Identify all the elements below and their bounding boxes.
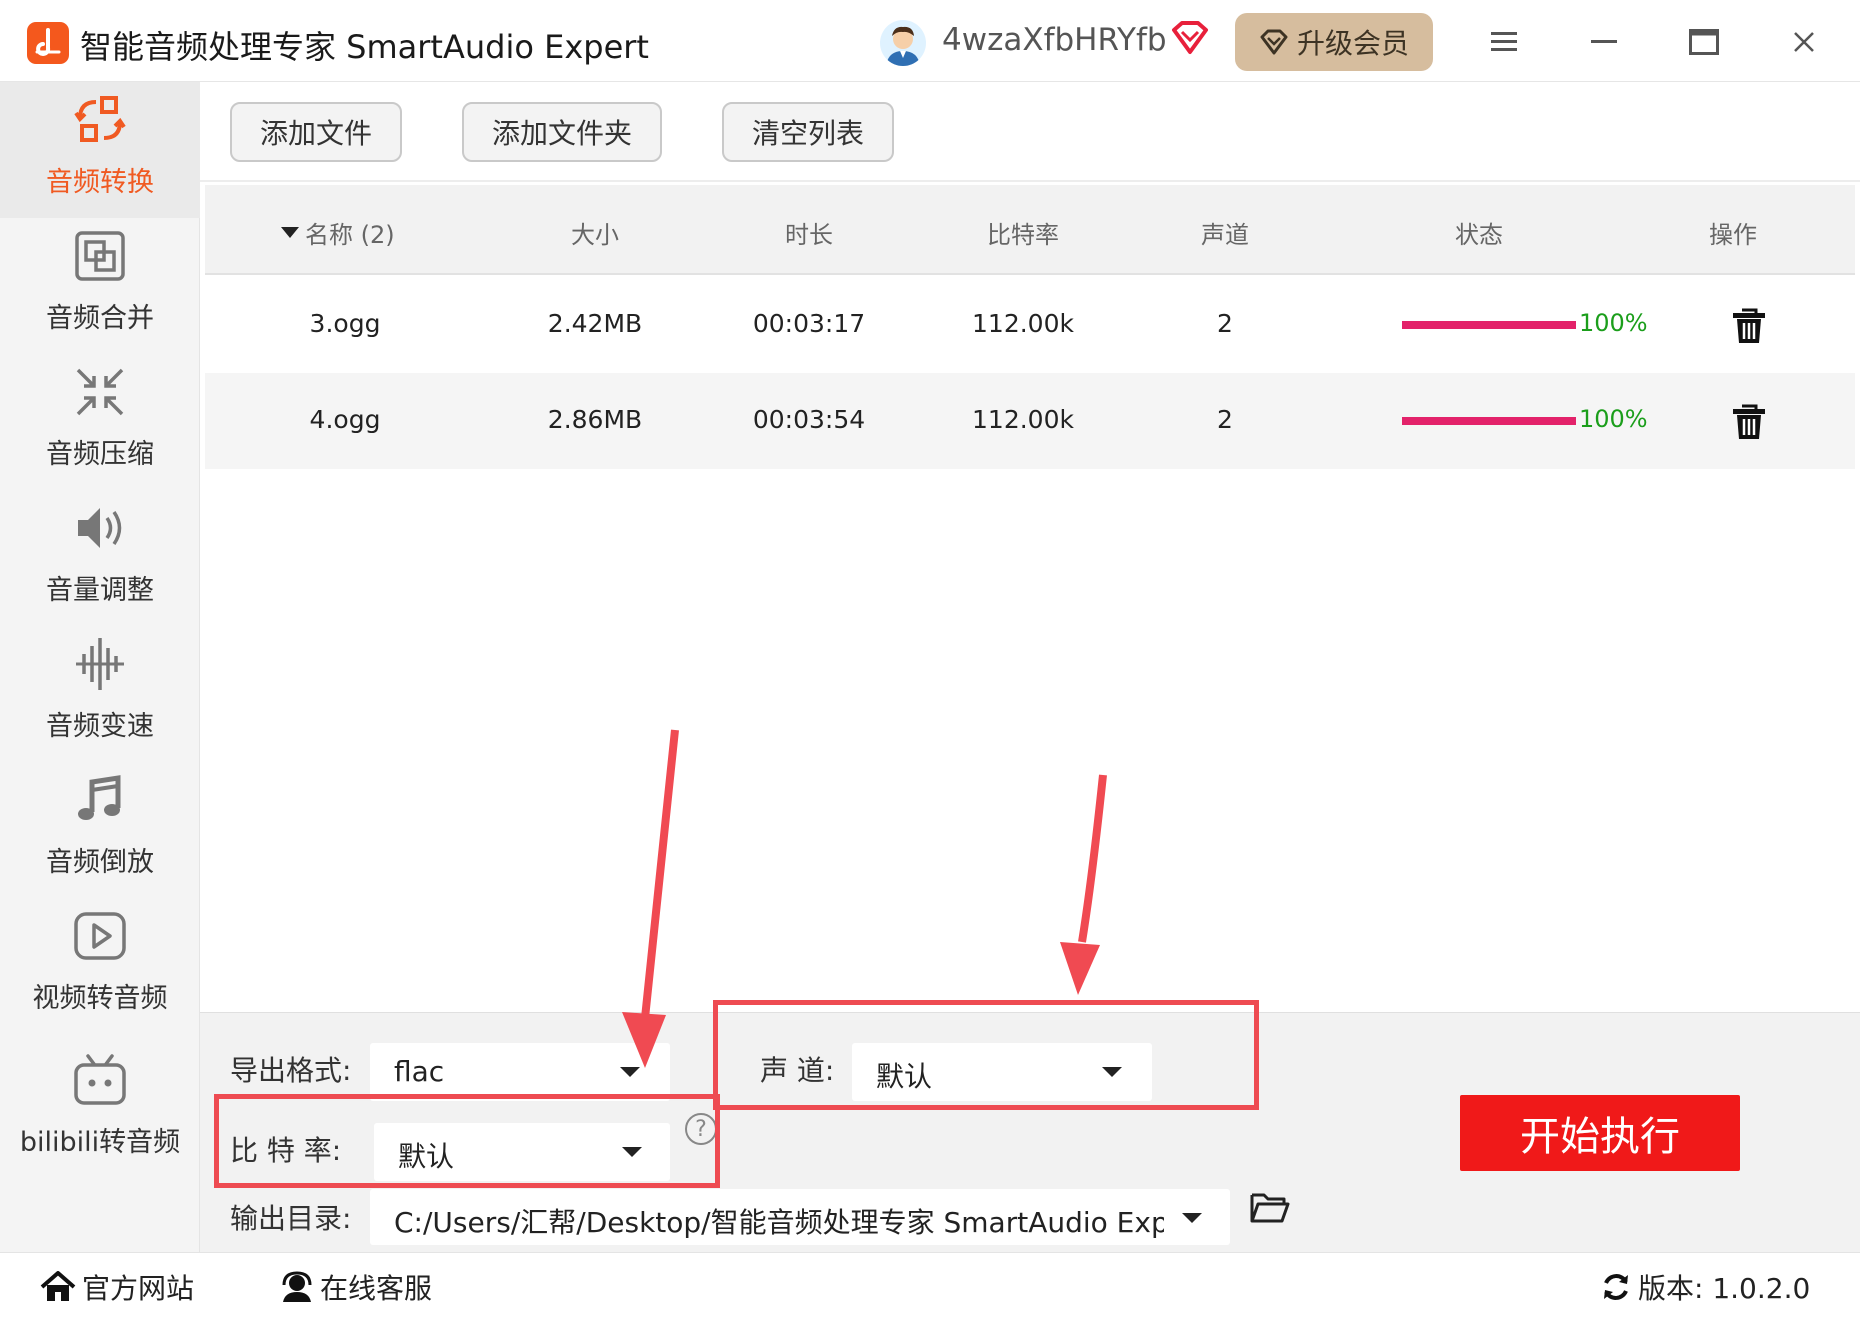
output-dir-label: 输出目录: bbox=[230, 1202, 352, 1235]
sidebar-item-label: 音频合并 bbox=[46, 303, 154, 334]
convert-icon bbox=[74, 96, 126, 142]
maximize-icon[interactable] bbox=[1680, 18, 1728, 66]
window-title: 智能音频处理专家 SmartAudio Expert bbox=[80, 28, 649, 66]
file-name: 3.ogg bbox=[309, 309, 381, 338]
column-header-channels: 声道 bbox=[1201, 221, 1249, 249]
sidebar-item-label: 音频变速 bbox=[46, 711, 154, 742]
column-header-size: 大小 bbox=[571, 221, 619, 249]
arrow-to-channel bbox=[1060, 774, 1107, 995]
add-folder-button[interactable]: 添加文件夹 bbox=[462, 102, 662, 162]
file-duration: 00:03:17 bbox=[752, 309, 866, 338]
delete-icon[interactable] bbox=[1729, 401, 1769, 441]
file-name: 4.ogg bbox=[309, 405, 381, 434]
highlight-box-bitrate bbox=[214, 1094, 720, 1188]
chevron-down-icon bbox=[1182, 1213, 1202, 1223]
file-size: 2.86MB bbox=[547, 405, 643, 434]
sidebar-item-label: 视频转音频 bbox=[32, 983, 168, 1014]
sidebar: 音频转换 音频合并 音频压缩 音量调整 音频变速 音频倒放 视频转音频 bili… bbox=[0, 82, 200, 1252]
toolbar: 添加文件 添加文件夹 清空列表 bbox=[200, 82, 1860, 182]
format-label: 导出格式: bbox=[230, 1054, 352, 1087]
sidebar-item-audio-merge[interactable]: 音频合并 bbox=[0, 218, 200, 354]
folder-open-icon[interactable] bbox=[1250, 1189, 1290, 1225]
progress-text: 100% bbox=[1579, 309, 1648, 337]
progress-text: 100% bbox=[1579, 405, 1648, 433]
clear-list-button[interactable]: 清空列表 bbox=[722, 102, 894, 162]
diamond-icon bbox=[1260, 29, 1288, 55]
output-dir-value: C:/Users/汇帮/Desktop/智能音频处理专家 SmartAudio … bbox=[394, 1206, 1164, 1239]
table-row[interactable]: 4.ogg 2.86MB 00:03:54 112.00k 2 100% bbox=[205, 373, 1855, 469]
chevron-down-icon bbox=[620, 1067, 640, 1077]
refresh-icon bbox=[1604, 1274, 1628, 1300]
file-channels: 2 bbox=[1217, 309, 1233, 338]
file-size: 2.42MB bbox=[547, 309, 643, 338]
upgrade-label: 升级会员 bbox=[1296, 27, 1409, 60]
volume-icon bbox=[78, 508, 122, 548]
compress-icon bbox=[76, 368, 124, 416]
status-bar: 官方网站 在线客服 版本: 1.0.2.0 bbox=[0, 1252, 1860, 1320]
sidebar-item-video-to-audio[interactable]: 视频转音频 bbox=[0, 898, 200, 1034]
file-bitrate: 112.00k bbox=[972, 405, 1074, 434]
version-label: 版本: 1.0.2.0 bbox=[1638, 1272, 1811, 1305]
vip-diamond-icon bbox=[1170, 20, 1210, 60]
sidebar-item-label: 音频转换 bbox=[46, 167, 154, 198]
progress-bar bbox=[1402, 321, 1576, 329]
speed-icon bbox=[76, 638, 124, 690]
sidebar-item-audio-reverse[interactable]: 音频倒放 bbox=[0, 762, 200, 898]
sidebar-item-label: 音量调整 bbox=[46, 575, 154, 606]
format-value: flac bbox=[394, 1055, 445, 1088]
column-header-bitrate: 比特率 bbox=[987, 221, 1059, 249]
table-row[interactable]: 3.ogg 2.42MB 00:03:17 112.00k 2 100% bbox=[205, 277, 1855, 373]
highlight-box-channel bbox=[713, 1000, 1259, 1110]
title-bar: 智能音频处理专家 SmartAudio Expert 4wzaXfbHRYfb … bbox=[0, 0, 1860, 82]
sidebar-item-bilibili-to-audio[interactable]: bilibili转音频 bbox=[0, 1042, 200, 1178]
sidebar-item-label: bilibili转音频 bbox=[19, 1127, 181, 1158]
minimize-icon[interactable] bbox=[1580, 18, 1628, 66]
file-duration: 00:03:54 bbox=[752, 405, 866, 434]
official-website-link[interactable]: 官方网站 bbox=[40, 1267, 194, 1307]
app-logo-icon bbox=[27, 22, 69, 64]
video-play-icon bbox=[74, 912, 126, 960]
progress-fill bbox=[1402, 321, 1576, 329]
sidebar-item-audio-convert[interactable]: 音频转换 bbox=[0, 82, 200, 218]
version-info[interactable]: 版本: 1.0.2.0 bbox=[1600, 1267, 1810, 1307]
website-label: 官方网站 bbox=[82, 1272, 195, 1305]
column-header-status: 状态 bbox=[1455, 221, 1503, 249]
column-header-action: 操作 bbox=[1709, 221, 1757, 249]
progress-bar bbox=[1402, 417, 1576, 425]
delete-icon[interactable] bbox=[1729, 305, 1769, 345]
column-header-duration: 时长 bbox=[785, 221, 833, 249]
sidebar-item-audio-speed[interactable]: 音频变速 bbox=[0, 626, 200, 762]
upgrade-vip-button[interactable]: 升级会员 bbox=[1235, 13, 1433, 71]
format-select[interactable]: flac bbox=[370, 1043, 670, 1101]
online-support-link[interactable]: 在线客服 bbox=[280, 1267, 432, 1307]
sidebar-item-audio-compress[interactable]: 音频压缩 bbox=[0, 354, 200, 490]
column-header-name[interactable]: 名称 (2) bbox=[281, 215, 395, 250]
username: 4wzaXfbHRYfb bbox=[942, 22, 1167, 58]
bilibili-tv-icon bbox=[74, 1054, 126, 1105]
sort-down-icon bbox=[281, 226, 299, 238]
home-icon bbox=[40, 1271, 76, 1301]
avatar[interactable] bbox=[880, 20, 926, 66]
add-file-button[interactable]: 添加文件 bbox=[230, 102, 402, 162]
file-bitrate: 112.00k bbox=[972, 309, 1074, 338]
progress-fill bbox=[1402, 417, 1576, 425]
sidebar-item-label: 音频压缩 bbox=[46, 439, 154, 470]
start-button[interactable]: 开始执行 bbox=[1460, 1095, 1740, 1171]
sidebar-item-label: 音频倒放 bbox=[46, 847, 154, 878]
table-header: 名称 (2) 大小 时长 比特率 声道 状态 操作 bbox=[205, 185, 1855, 275]
merge-icon bbox=[75, 231, 125, 281]
output-dir-select[interactable]: C:/Users/汇帮/Desktop/智能音频处理专家 SmartAudio … bbox=[370, 1189, 1230, 1245]
support-label: 在线客服 bbox=[320, 1272, 433, 1305]
music-note-icon bbox=[78, 775, 121, 820]
file-channels: 2 bbox=[1217, 405, 1233, 434]
close-icon[interactable] bbox=[1780, 18, 1828, 66]
sidebar-item-volume-adjust[interactable]: 音量调整 bbox=[0, 490, 200, 626]
menu-icon[interactable] bbox=[1480, 18, 1528, 66]
headset-icon bbox=[282, 1271, 312, 1302]
